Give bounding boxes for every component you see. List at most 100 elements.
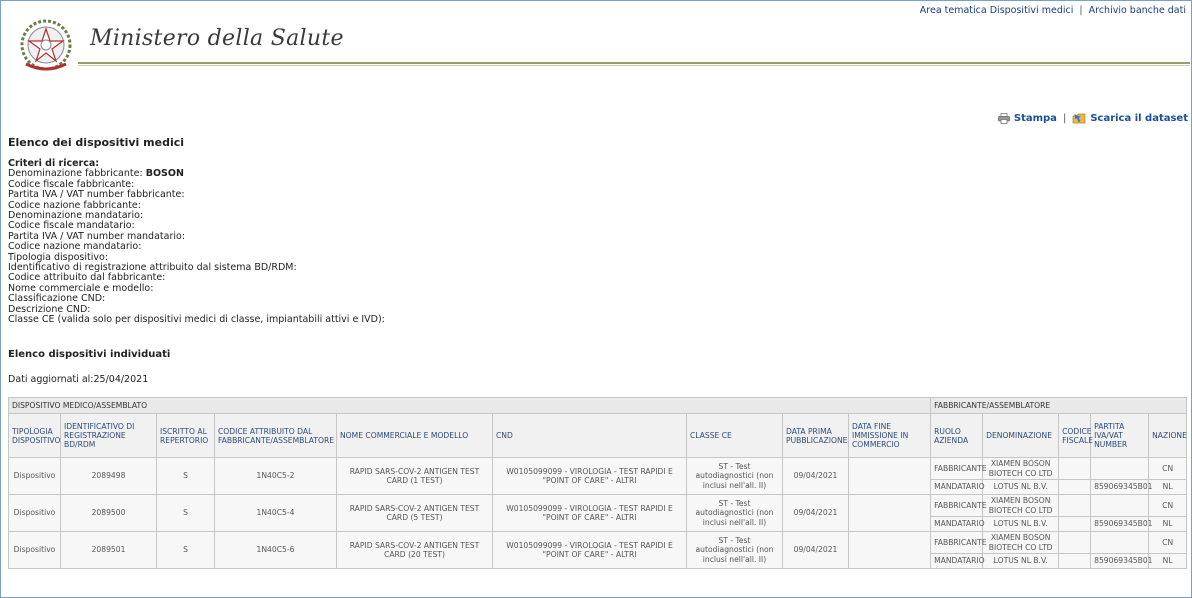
cell-denominazione: XIAMEN BOSON BIOTECH CO LTD: [982, 457, 1060, 480]
group-fabbricante: FABBRICANTE/ASSEMBLATORE: [930, 397, 1188, 414]
column-header: DATA PRIMA PUBBLICAZIONE: [782, 413, 849, 458]
cell-tipologia: Dispositivo: [8, 457, 61, 495]
results-title: Elenco dispositivi individuati: [8, 349, 171, 360]
cell-tipologia: Dispositivo: [8, 494, 61, 532]
cell-nome-commerciale: RAPID SARS-COV-2 ANTIGEN TEST CARD (5 TE…: [336, 494, 493, 532]
cell-ruolo: MANDATARIO: [930, 553, 985, 569]
column-header: CLASSE CE: [686, 413, 783, 458]
cell-ruolo: MANDATARIO: [930, 479, 985, 495]
column-header: IDENTIFICATIVO DI REGISTRAZIONE BD/RDM: [60, 413, 157, 458]
criteria-label: Classificazione CND:: [8, 293, 106, 305]
cell-iscritto: S: [156, 494, 215, 532]
criteria-label: Denominazione mandatario:: [8, 210, 144, 222]
download-label: Scarica il dataset: [1090, 112, 1188, 124]
cell-codice-fiscale: [1058, 457, 1092, 480]
cell-denominazione: LOTUS NL B.V.: [982, 553, 1060, 569]
criteria-row: Classe CE (valida solo per dispositivi m…: [8, 314, 708, 326]
top-links-separator: |: [1079, 5, 1083, 16]
column-header: CODICE FISCALE: [1058, 413, 1093, 458]
cell-identificativo: 2089498: [60, 457, 157, 495]
cell-data-fine: [847, 457, 932, 495]
cell-codice-fiscale: [1058, 479, 1092, 495]
criteria-label: Classe CE (valida solo per dispositivi m…: [8, 314, 385, 326]
cell-partita-iva: 859069345B01: [1090, 479, 1152, 495]
devices-table: DISPOSITIVO MEDICO/ASSEMBLATO FABBRICANT…: [7, 397, 1188, 569]
header-divider-thin: [78, 65, 1190, 66]
criteria-label: Codice fiscale mandatario:: [8, 220, 135, 232]
cell-denominazione: LOTUS NL B.V.: [982, 479, 1060, 495]
table-row[interactable]: Dispositivo 2089501 S 1N40C5-6 RAPID SARS-CO…: [8, 531, 1188, 569]
page-actions: Stampa | Scarica il dataset: [997, 112, 1188, 124]
top-links: Area tematica Dispositivi medici | Archi…: [920, 5, 1186, 16]
cell-nazione: NL: [1148, 516, 1188, 532]
cell-partita-iva: [1090, 494, 1150, 517]
cell-partita-iva: 859069345B01: [1090, 516, 1152, 532]
column-header: DENOMINAZIONE: [982, 413, 1060, 458]
criteria-label: Identificativo di registrazione attribui…: [8, 262, 297, 274]
table-group-header: DISPOSITIVO MEDICO/ASSEMBLATO FABBRICANT…: [7, 397, 1188, 414]
column-header: CND: [492, 413, 687, 458]
cell-codice: 1N40C5-2: [214, 457, 337, 495]
cell-cnd: W0105099099 - VIROLOGIA - TEST RAPIDI E …: [492, 494, 687, 532]
cell-identificativo: 2089501: [60, 531, 157, 569]
data-updated-date: Dati aggiornati al:25/04/2021: [8, 374, 149, 385]
header-divider: [78, 62, 1190, 64]
cell-iscritto: S: [156, 457, 215, 495]
cell-data-pubblicazione: 09/04/2021: [782, 531, 849, 569]
criteria-label: Denominazione fabbricante:: [8, 168, 143, 180]
table-body: Dispositivo 2089498 S 1N40C5-2 RAPID SARS-CO…: [8, 457, 1188, 569]
column-header: ISCRITTO AL REPERTORIO: [156, 413, 215, 458]
cell-denominazione: XIAMEN BOSON BIOTECH CO LTD: [982, 531, 1060, 554]
cell-nazione: CN: [1148, 494, 1188, 517]
group-dispositivo: DISPOSITIVO MEDICO/ASSEMBLATO: [7, 397, 932, 414]
criteria-label: Partita IVA / VAT number fabbricante:: [8, 189, 185, 201]
download-dataset-icon: [1072, 113, 1086, 124]
cell-nome-commerciale: RAPID SARS-COV-2 ANTIGEN TEST CARD (20 T…: [336, 531, 493, 569]
cell-ruolo: FABBRICANTE: [930, 531, 987, 554]
link-area-tematica[interactable]: Area tematica Dispositivi medici: [920, 5, 1074, 16]
download-dataset-button[interactable]: Scarica il dataset: [1072, 112, 1188, 124]
cell-classe-ce: ST - Test autodiagnostici (non inclusi n…: [686, 531, 783, 569]
table-row[interactable]: Dispositivo 2089498 S 1N40C5-2 RAPID SARS-CO…: [8, 457, 1188, 495]
column-header: TIPOLOGIA DISPOSITIVO: [8, 413, 61, 458]
link-archivio-banche-dati[interactable]: Archivio banche dati: [1089, 5, 1186, 16]
criteria-label: Codice fiscale fabbricante:: [8, 178, 135, 190]
table-row[interactable]: Dispositivo 2089500 S 1N40C5-4 RAPID SARS-CO…: [8, 494, 1188, 532]
search-criteria: Criteri di ricerca: Denominazione fabbri…: [8, 158, 708, 326]
cell-data-pubblicazione: 09/04/2021: [782, 494, 849, 532]
cell-cnd: W0105099099 - VIROLOGIA - TEST RAPIDI E …: [492, 531, 687, 569]
column-header: PARTITA IVA/VAT NUMBER: [1090, 413, 1150, 458]
column-header: RUOLO AZIENDA: [930, 413, 984, 458]
cell-codice-fiscale: [1058, 531, 1092, 554]
criteria-value: BOSON: [145, 168, 184, 180]
criteria-label: Codice attribuito dal fabbricante:: [8, 272, 166, 284]
print-label: Stampa: [1013, 112, 1057, 124]
italian-republic-emblem-icon[interactable]: [18, 18, 74, 74]
criteria-label: Tipologia dispositivo:: [8, 251, 109, 263]
cell-denominazione: LOTUS NL B.V.: [982, 516, 1060, 532]
actions-separator: |: [1062, 112, 1067, 124]
criteria-label: Nome commerciale e modello:: [8, 282, 154, 294]
cell-classe-ce: ST - Test autodiagnostici (non inclusi n…: [686, 457, 783, 495]
criteria-row: Codice nazione mandatario:: [8, 242, 708, 252]
column-header: DATA FINE IMMISSIONE IN COMMERCIO: [847, 413, 932, 458]
cell-tipologia: Dispositivo: [8, 531, 61, 569]
table-column-headers: TIPOLOGIA DISPOSITIVO IDENTIFICATIVO DI R…: [8, 413, 1188, 458]
cell-codice-fiscale: [1058, 553, 1092, 569]
cell-data-fine: [847, 531, 932, 569]
cell-classe-ce: ST - Test autodiagnostici (non inclusi n…: [686, 494, 783, 532]
cell-iscritto: S: [156, 531, 215, 569]
cell-partita-iva: [1090, 531, 1150, 554]
column-header: NOME COMMERCIALE E MODELLO: [336, 413, 493, 458]
criteria-label: Codice nazione fabbricante:: [8, 199, 141, 211]
cell-ruolo: FABBRICANTE: [930, 457, 987, 480]
page-title: Elenco dei dispositivi medici: [8, 136, 185, 149]
cell-identificativo: 2089500: [60, 494, 157, 532]
cell-codice-fiscale: [1058, 516, 1092, 532]
cell-nazione: NL: [1148, 553, 1188, 569]
cell-codice-fiscale: [1058, 494, 1092, 517]
print-button[interactable]: Stampa: [997, 112, 1057, 124]
cell-nome-commerciale: RAPID SARS-COV-2 ANTIGEN TEST CARD (1 TE…: [336, 457, 493, 495]
criteria-list: Denominazione fabbricante: BOSON Codice f…: [8, 169, 708, 325]
cell-cnd: W0105099099 - VIROLOGIA - TEST RAPIDI E …: [492, 457, 687, 495]
